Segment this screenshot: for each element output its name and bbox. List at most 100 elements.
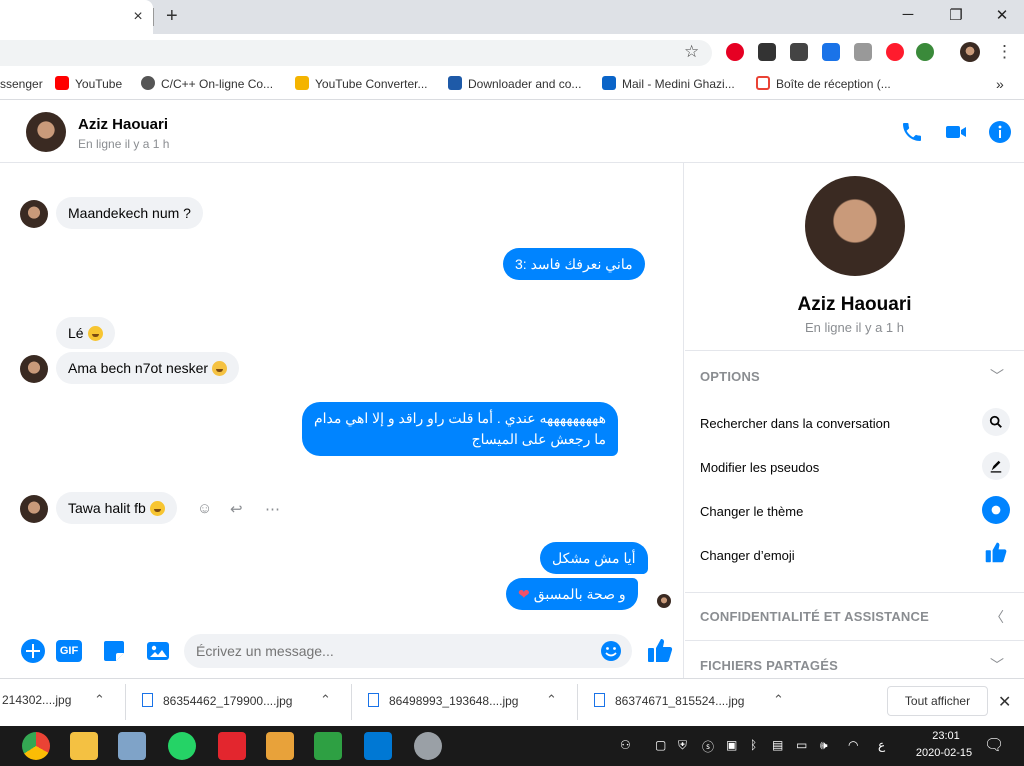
chevron-up-icon[interactable]: ⌃ (94, 692, 105, 708)
option-change-theme[interactable]: Changer le thème (700, 504, 803, 519)
message-bubble[interactable]: و صحة بالمسبق❤ (506, 578, 638, 610)
bookmark-gmail[interactable]: Boîte de réception (... (756, 76, 891, 92)
xbox-icon[interactable] (314, 732, 342, 760)
thumbs-up-send-icon[interactable] (646, 636, 674, 664)
input-language[interactable]: ع (878, 738, 885, 752)
info-icon[interactable] (988, 120, 1012, 144)
shared-files-section-title[interactable]: FICHIERS PARTAGÉS (700, 658, 838, 673)
vscode-icon[interactable] (364, 732, 392, 760)
search-icon[interactable] (982, 408, 1010, 436)
gif-button[interactable]: GIF (56, 640, 82, 662)
message-bubble[interactable]: أيا مش مشكل (540, 542, 648, 574)
bookmarks-overflow-button[interactable]: » (996, 76, 1004, 92)
option-change-emoji[interactable]: Changer d’emoji (700, 548, 795, 563)
calendar-extension-icon[interactable] (822, 43, 840, 61)
option-search-conversation[interactable]: Rechercher dans la conversation (700, 416, 890, 431)
emoji-picker-icon[interactable] (600, 640, 622, 662)
more-options-plus-icon[interactable] (20, 638, 46, 664)
maximize-button[interactable]: ❐ (936, 6, 976, 24)
sticker-icon[interactable] (101, 638, 127, 664)
options-section-title[interactable]: OPTIONS (700, 369, 760, 384)
chevron-down-icon[interactable]: ﹀ (990, 655, 1004, 675)
coupon-extension-icon[interactable] (758, 43, 776, 61)
message-bubble[interactable]: Tawa halit fb (56, 492, 177, 524)
flipboard-icon[interactable] (218, 732, 246, 760)
skype-icon[interactable]: ⓢ (702, 738, 714, 755)
profile-picture[interactable] (805, 176, 905, 276)
tray-window-icon[interactable]: ▢ (655, 738, 666, 752)
volume-icon[interactable]: 🕪 (820, 738, 828, 753)
bookmark-downloader[interactable]: Downloader and co... (448, 76, 581, 92)
pinterest-extension-icon[interactable] (726, 43, 744, 61)
nvidia-icon[interactable]: ▣ (726, 738, 737, 752)
whatsapp-icon[interactable] (168, 732, 196, 760)
thumbs-up-icon[interactable] (984, 540, 1008, 564)
people-icon[interactable]: ⚇ (620, 738, 631, 752)
theme-icon[interactable] (982, 496, 1010, 524)
phone-icon[interactable] (900, 120, 924, 144)
new-tab-button[interactable]: + (166, 5, 178, 28)
chevron-up-icon[interactable]: ⌃ (773, 692, 784, 708)
photo-icon[interactable] (145, 638, 171, 664)
download-filename: 214302....jpg (2, 693, 72, 707)
opera-extension-icon[interactable] (886, 43, 904, 61)
bookmark-star-icon[interactable]: ☆ (684, 42, 699, 62)
bookmark-yt-converter[interactable]: YouTube Converter... (295, 76, 428, 92)
close-downloads-icon[interactable]: ✕ (998, 692, 1011, 712)
bluetooth-icon[interactable]: ᛒ (750, 738, 757, 752)
stats-extension-icon[interactable] (854, 43, 872, 61)
battery-icon[interactable]: ▭ (796, 738, 807, 752)
chevron-up-icon[interactable]: ⌃ (546, 692, 557, 708)
clock-date[interactable]: 2020-02-15 (904, 747, 984, 759)
clock-time[interactable]: 23:01 (921, 730, 971, 742)
defender-icon[interactable]: ⛨ (678, 738, 687, 753)
chevron-left-icon[interactable]: 〈 (990, 607, 1004, 627)
message-bubble[interactable]: Maandekech num ? (56, 197, 203, 229)
show-all-downloads-button[interactable]: Tout afficher (887, 686, 988, 716)
keyboard-icon[interactable]: ▤ (772, 738, 783, 752)
message-bubble[interactable]: هههههههههه عندي . أما قلت راو راقد و إلا… (302, 402, 618, 456)
close-window-button[interactable]: ✕ (982, 6, 1022, 24)
tab-close-icon[interactable]: × (130, 8, 146, 26)
file-explorer-icon[interactable] (70, 732, 98, 760)
bookmark-cpp[interactable]: C/C++ On-ligne Co... (141, 76, 273, 92)
more-actions-icon[interactable]: ⋯ (265, 500, 280, 518)
react-icon[interactable]: ☺ (197, 500, 212, 517)
bookmark-outlook[interactable]: Mail - Medini Ghazi... (602, 76, 735, 92)
address-bar[interactable] (0, 40, 712, 66)
profile-avatar[interactable] (960, 42, 980, 62)
shield-extension-icon[interactable] (790, 43, 808, 61)
youtube-icon (55, 76, 69, 90)
chevron-down-icon[interactable]: ﹀ (990, 366, 1004, 386)
download-item[interactable]: 86354462_179900....jpg (142, 693, 292, 708)
bookmark-youtube[interactable]: YouTube (55, 76, 122, 92)
wifi-icon[interactable]: ◠ (848, 738, 858, 752)
outlook-icon (602, 76, 616, 90)
option-edit-nicknames[interactable]: Modifier les pseudos (700, 460, 819, 475)
contact-name[interactable]: Aziz Haouari (78, 116, 168, 133)
minimize-button[interactable]: ─ (888, 6, 928, 23)
bookmark-messenger[interactable]: ssenger (0, 76, 43, 92)
disc-app-icon[interactable] (414, 732, 442, 760)
globe-extension-icon[interactable] (916, 43, 934, 61)
contact-avatar[interactable] (26, 112, 66, 152)
download-item[interactable]: 86374671_815524....jpg (594, 693, 744, 708)
notifications-icon[interactable]: 🗨 (984, 735, 1004, 755)
notepad-icon[interactable] (118, 732, 146, 760)
download-item[interactable]: 86498993_193648....jpg (368, 693, 518, 708)
chevron-up-icon[interactable]: ⌃ (320, 692, 331, 708)
browser-menu-icon[interactable]: ⋮ (996, 42, 1013, 62)
video-call-icon[interactable] (944, 120, 968, 144)
message-bubble[interactable]: ماني نعرفك فاسد :3 (503, 248, 645, 280)
reply-icon[interactable]: ↩ (230, 500, 243, 518)
panel-contact-name[interactable]: Aziz Haouari (685, 294, 1024, 316)
media-player-icon[interactable] (266, 732, 294, 760)
message-text: Maandekech num ? (68, 205, 191, 221)
message-input[interactable] (184, 634, 632, 668)
pencil-icon[interactable] (982, 452, 1010, 480)
privacy-section-title[interactable]: CONFIDENTIALITÉ ET ASSISTANCE (700, 609, 929, 624)
chrome-taskbar-icon[interactable] (22, 732, 50, 760)
message-bubble[interactable]: Ama bech n7ot nesker (56, 352, 240, 384)
download-item[interactable]: 214302....jpg (2, 693, 71, 707)
message-bubble[interactable]: Lé (56, 317, 115, 349)
